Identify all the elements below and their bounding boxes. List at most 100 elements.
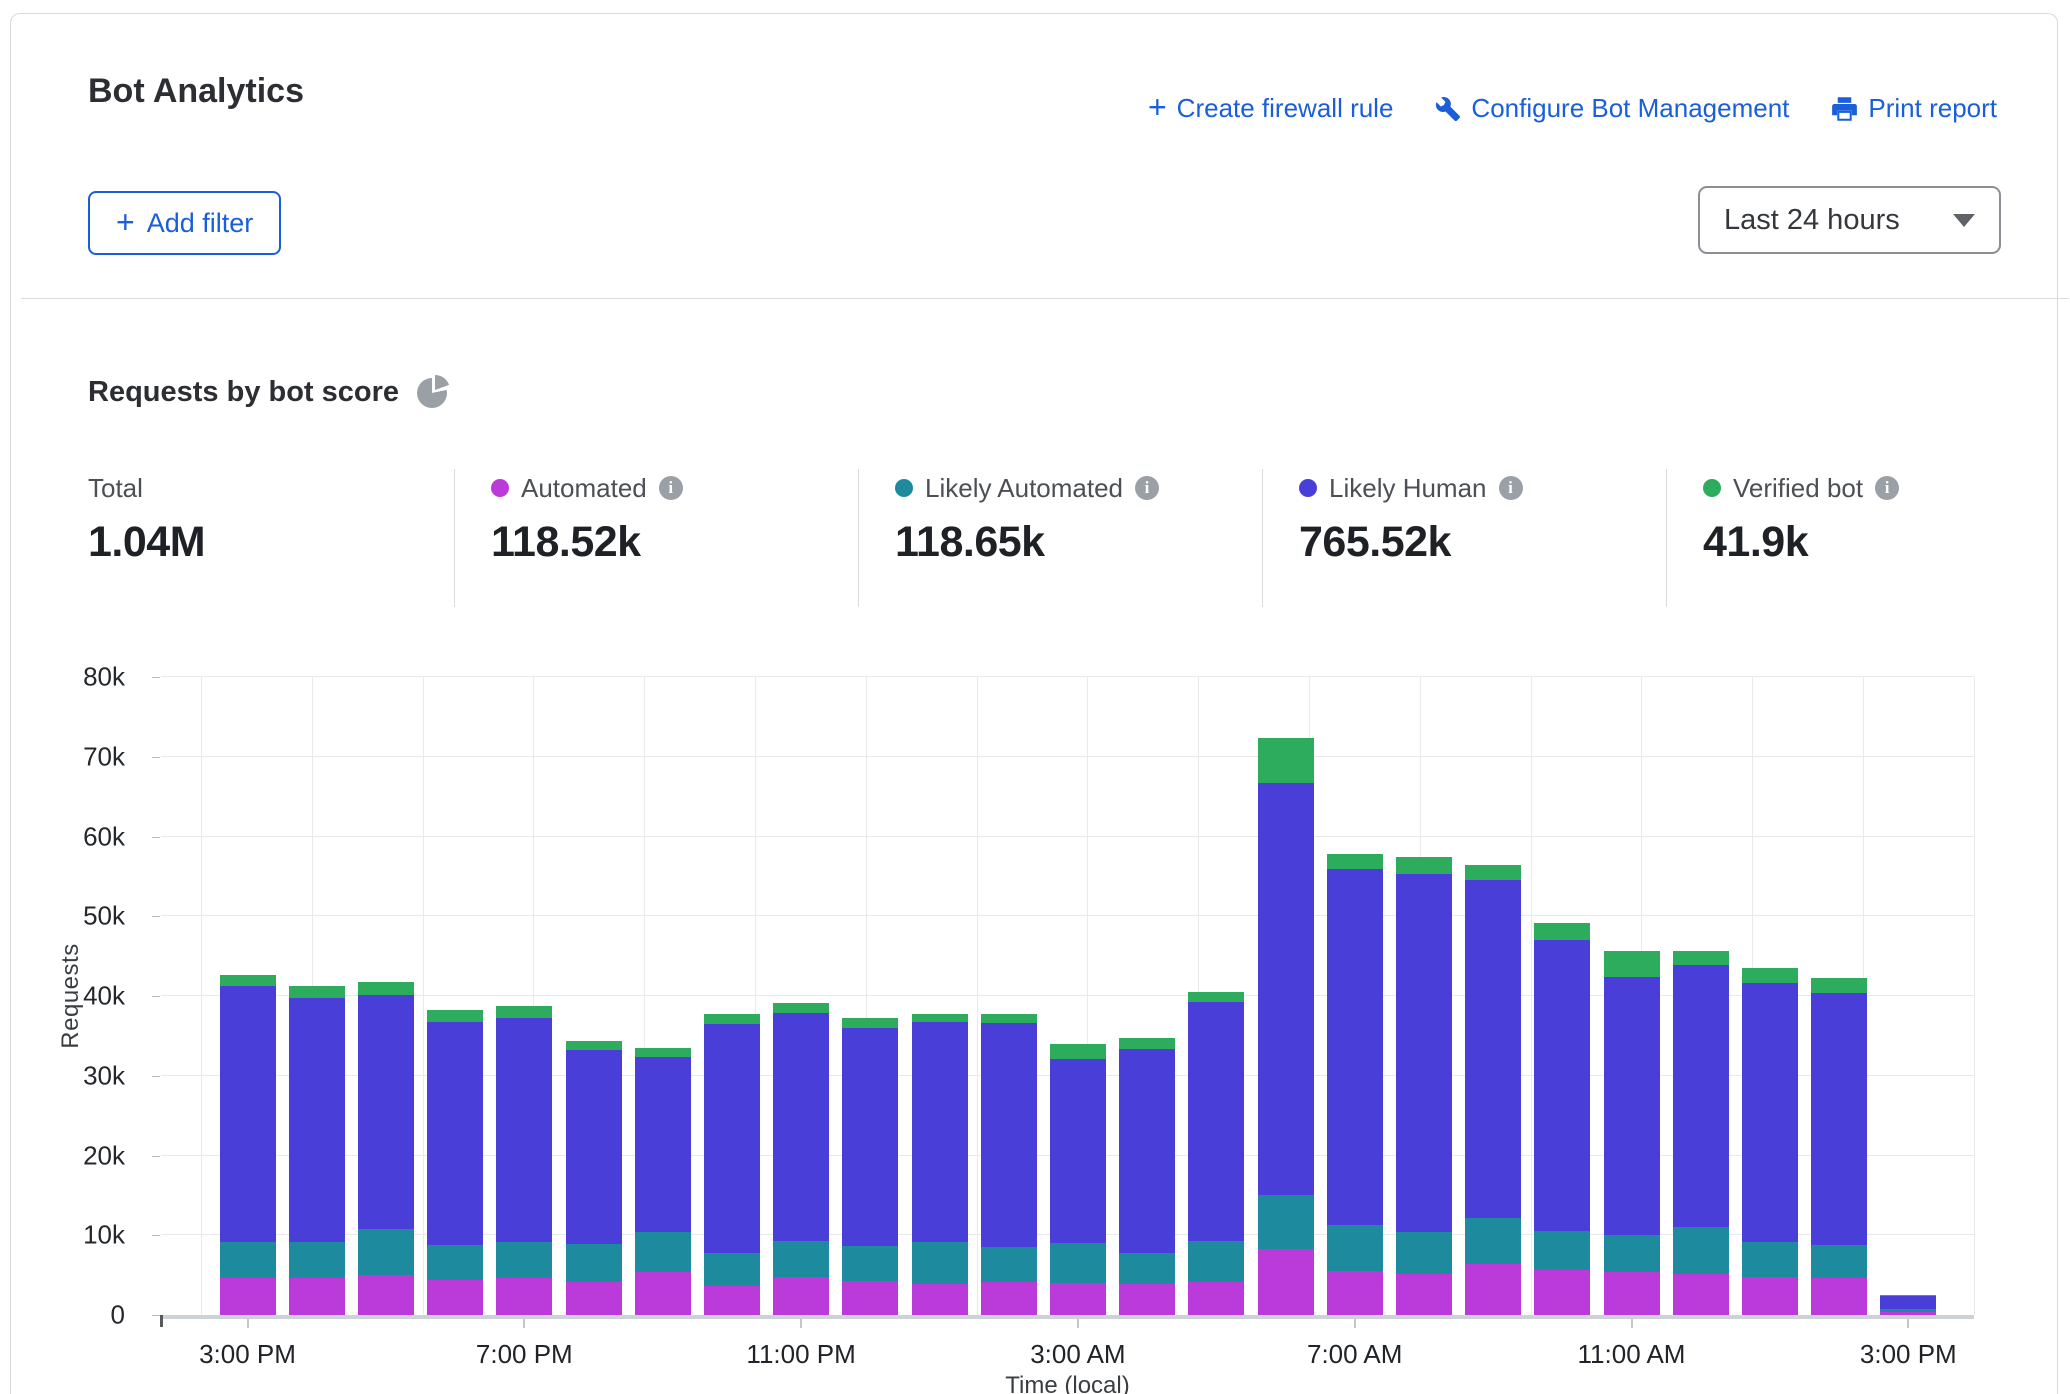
bar-segment-likely-automated bbox=[1119, 1253, 1175, 1284]
likely-human-legend-dot bbox=[1299, 479, 1317, 497]
stat-likely-human-label: Likely Human bbox=[1329, 473, 1487, 504]
bar-segment-verified-bot bbox=[1673, 951, 1729, 965]
bar-segment-likely-human bbox=[1258, 783, 1314, 1195]
print-report-label: Print report bbox=[1868, 93, 1997, 124]
header-divider bbox=[21, 298, 2069, 299]
bar-segment-likely-automated bbox=[704, 1253, 760, 1286]
bar-segment-likely-human bbox=[1880, 1296, 1936, 1310]
plus-icon: + bbox=[116, 206, 135, 238]
bar-segment-verified-bot bbox=[1396, 857, 1452, 874]
bar-segment-verified-bot bbox=[1465, 865, 1521, 879]
bar-segment-likely-automated bbox=[427, 1245, 483, 1280]
bar-segment-likely-automated bbox=[1258, 1195, 1314, 1248]
bar-segment-likely-automated bbox=[1396, 1232, 1452, 1273]
stat-total: Total 1.04M bbox=[88, 472, 448, 567]
bot-analytics-page: Bot Analytics + Create firewall rule Con… bbox=[0, 0, 2070, 1394]
create-firewall-rule-link[interactable]: + Create firewall rule bbox=[1148, 92, 1393, 124]
bar-segment-automated bbox=[566, 1282, 622, 1315]
y-gridline bbox=[161, 836, 1974, 837]
bar-segment-likely-automated bbox=[1327, 1225, 1383, 1271]
info-icon[interactable]: i bbox=[1135, 476, 1159, 500]
likely-automated-legend-dot bbox=[895, 479, 913, 497]
bar-segment-automated bbox=[1673, 1274, 1729, 1315]
y-tick-label: 60k bbox=[83, 821, 125, 852]
plus-icon: + bbox=[1148, 91, 1167, 123]
stat-automated: Automated i 118.52k bbox=[491, 472, 851, 567]
stat-likely-human-value: 765.52k bbox=[1299, 518, 1659, 567]
y-tick-label: 20k bbox=[83, 1140, 125, 1171]
x-gridline bbox=[1531, 677, 1532, 1315]
bar-segment-likely-human bbox=[1119, 1049, 1175, 1253]
configure-bot-management-link[interactable]: Configure Bot Management bbox=[1435, 93, 1789, 124]
bar-segment-automated bbox=[635, 1272, 691, 1315]
bar-segment-likely-automated bbox=[1604, 1235, 1660, 1272]
verified-bot-legend-dot bbox=[1703, 479, 1721, 497]
bar-segment-verified-bot bbox=[1604, 951, 1660, 977]
bar-segment-verified-bot bbox=[1534, 923, 1590, 940]
bar-segment-likely-human bbox=[842, 1028, 898, 1246]
y-tick-mark bbox=[152, 1235, 160, 1236]
bar-segment-verified-bot bbox=[704, 1014, 760, 1024]
y-tick-mark bbox=[152, 1156, 160, 1157]
y-tick-label: 50k bbox=[83, 901, 125, 932]
create-firewall-rule-label: Create firewall rule bbox=[1177, 93, 1394, 124]
x-tick-mark bbox=[1077, 1319, 1079, 1328]
y-tick-label: 0 bbox=[111, 1300, 125, 1331]
bar-segment-verified-bot bbox=[1742, 968, 1798, 983]
bar-segment-likely-automated bbox=[912, 1242, 968, 1283]
bar-segment-verified-bot bbox=[1119, 1038, 1175, 1048]
bar-segment-automated bbox=[842, 1281, 898, 1315]
print-report-link[interactable]: Print report bbox=[1831, 93, 1997, 124]
time-range-select[interactable]: Last 24 hours bbox=[1698, 186, 2001, 254]
bar-segment-automated bbox=[1742, 1277, 1798, 1315]
info-icon[interactable]: i bbox=[1875, 476, 1899, 500]
bar-segment-likely-human bbox=[1604, 977, 1660, 1235]
x-axis-title: Time (local) bbox=[1005, 1372, 1129, 1394]
bar-segment-likely-human bbox=[1050, 1059, 1106, 1243]
x-tick-mark bbox=[247, 1319, 249, 1328]
bar-segment-likely-automated bbox=[220, 1242, 276, 1278]
y-tick-label: 40k bbox=[83, 981, 125, 1012]
time-range-value: Last 24 hours bbox=[1724, 204, 1900, 237]
info-icon[interactable]: i bbox=[1499, 476, 1523, 500]
y-tick-mark bbox=[152, 677, 160, 678]
x-tick-mark bbox=[523, 1319, 525, 1328]
bar-segment-verified-bot bbox=[635, 1048, 691, 1057]
bar-segment-likely-human bbox=[1188, 1002, 1244, 1240]
bar-segment-verified-bot bbox=[1258, 738, 1314, 783]
bar-segment-likely-automated bbox=[496, 1242, 552, 1278]
bar-segment-likely-human bbox=[981, 1023, 1037, 1247]
configure-bot-management-label: Configure Bot Management bbox=[1471, 93, 1789, 124]
x-tick-mark bbox=[1631, 1319, 1633, 1328]
bar-segment-verified-bot bbox=[1811, 978, 1867, 993]
stat-divider bbox=[454, 469, 455, 607]
x-tick-label: 3:00 PM bbox=[1860, 1339, 1957, 1370]
bar-segment-likely-automated bbox=[1188, 1241, 1244, 1282]
bar-segment-likely-automated bbox=[358, 1229, 414, 1275]
info-icon[interactable]: i bbox=[659, 476, 683, 500]
bar-segment-automated bbox=[220, 1278, 276, 1315]
add-filter-label: Add filter bbox=[147, 208, 254, 239]
add-filter-button[interactable]: + Add filter bbox=[88, 191, 281, 255]
x-gridline bbox=[1974, 677, 1975, 1315]
y-axis-title: Requests bbox=[57, 943, 85, 1048]
bar-segment-likely-automated bbox=[289, 1242, 345, 1277]
bar-segment-automated bbox=[912, 1284, 968, 1315]
stat-likely-automated: Likely Automated i 118.65k bbox=[895, 472, 1255, 567]
bar-segment-likely-automated bbox=[566, 1244, 622, 1281]
bar-segment-automated bbox=[981, 1282, 1037, 1315]
y-gridline bbox=[161, 676, 1974, 677]
stat-total-label: Total bbox=[88, 473, 143, 504]
bar-segment-verified-bot bbox=[842, 1018, 898, 1028]
bar-segment-automated bbox=[358, 1275, 414, 1315]
bar-segment-likely-automated bbox=[1742, 1242, 1798, 1277]
y-tick-mark bbox=[152, 996, 160, 997]
y-tick-label: 30k bbox=[83, 1060, 125, 1091]
bar-segment-likely-human bbox=[289, 998, 345, 1243]
bar-segment-automated bbox=[496, 1278, 552, 1315]
bar-segment-likely-human bbox=[220, 986, 276, 1243]
bar-segment-likely-automated bbox=[981, 1247, 1037, 1282]
y-tick-label: 70k bbox=[83, 741, 125, 772]
y-tick-mark bbox=[152, 757, 160, 758]
stat-total-value: 1.04M bbox=[88, 518, 448, 567]
